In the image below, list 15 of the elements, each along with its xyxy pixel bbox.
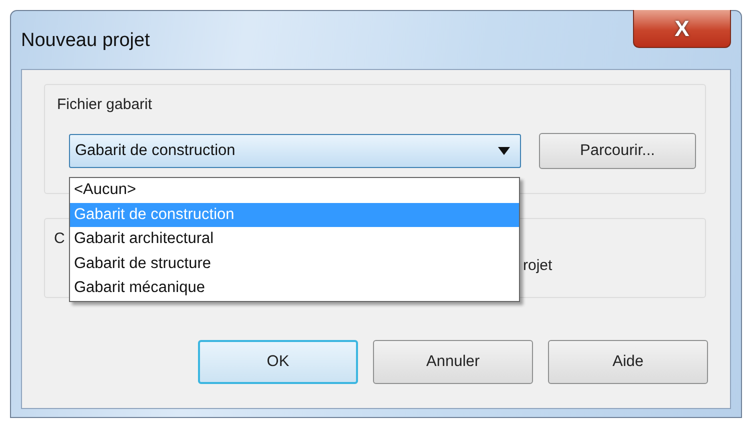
window-title: Nouveau projet — [21, 29, 150, 53]
dropdown-option[interactable]: Gabarit architectural — [70, 227, 519, 252]
dropdown-option[interactable]: Gabarit de structure — [70, 252, 519, 276]
dropdown-option[interactable]: Gabarit mécanique — [70, 276, 519, 300]
group-label: C — [54, 229, 65, 249]
close-button[interactable]: X — [633, 10, 731, 48]
dialog-button[interactable]: Annuler — [373, 340, 533, 384]
caret-icon — [498, 147, 510, 155]
dropdown-option[interactable]: <Aucun> — [70, 178, 519, 202]
template-dropdown[interactable]: Gabarit de construction — [69, 134, 521, 168]
dialog-button[interactable]: OK — [198, 340, 358, 384]
group-label: Fichier gabarit — [57, 95, 152, 115]
option-label: rojet — [523, 256, 552, 276]
browse-button[interactable]: Parcourir... — [539, 133, 696, 169]
dialog-button[interactable]: Aide — [548, 340, 708, 384]
